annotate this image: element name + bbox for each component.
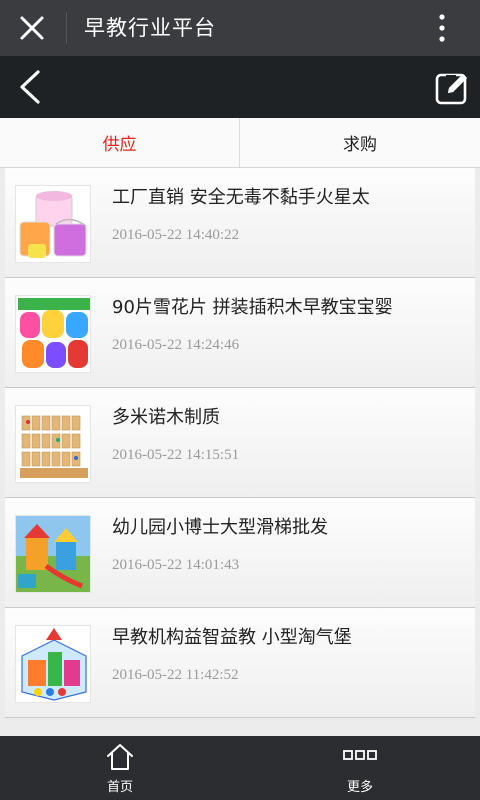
post-date: 2016-05-22 14:01:43 xyxy=(112,557,240,573)
app-title: 早教行业平台 xyxy=(84,16,216,40)
product-name: 工厂直销 安全无毒不黏手火星太 xyxy=(112,187,370,208)
product-list: 工厂直销 安全无毒不黏手火星太 2016-05-22 14:40:22 90片雪… xyxy=(5,168,475,718)
product-thumbnail xyxy=(15,185,91,263)
more-vertical-icon[interactable] xyxy=(430,10,454,46)
nav-bar xyxy=(0,56,480,118)
tab-supply[interactable]: 供应 xyxy=(0,118,240,167)
product-thumbnail xyxy=(15,295,91,373)
product-thumbnail xyxy=(15,515,91,593)
home-icon xyxy=(107,744,133,770)
list-item[interactable]: 工厂直销 安全无毒不黏手火星太 2016-05-22 14:40:22 xyxy=(5,168,475,278)
tab-purchase[interactable]: 求购 xyxy=(240,118,480,167)
list-item[interactable]: 幼儿园小博士大型滑梯批发 2016-05-22 14:01:43 xyxy=(5,498,475,608)
title-divider xyxy=(66,12,67,44)
post-date: 2016-05-22 14:15:51 xyxy=(112,447,240,463)
product-name: 多米诺木制质 xyxy=(112,407,220,428)
list-item[interactable]: 多米诺木制质 2016-05-22 14:15:51 xyxy=(5,388,475,498)
post-date: 2016-05-22 14:40:22 xyxy=(112,227,240,243)
bottom-tab-label: 首页 xyxy=(106,780,133,795)
bottom-tab-bar: 首页 更多 xyxy=(0,736,480,800)
product-name: 90片雪花片 拼装插积木早教宝宝婴 xyxy=(112,297,393,318)
edit-icon[interactable] xyxy=(434,70,470,106)
close-icon[interactable] xyxy=(14,10,50,46)
bottom-tab-home[interactable]: 首页 xyxy=(0,736,240,800)
supply-demand-tabs: 供应 求购 xyxy=(0,118,480,168)
post-date: 2016-05-22 14:24:46 xyxy=(112,337,240,353)
bottom-tab-more[interactable]: 更多 xyxy=(240,736,480,800)
product-thumbnail xyxy=(15,625,91,703)
product-name: 早教机构益智益教 小型淘气堡 xyxy=(112,627,352,648)
more-grid-icon xyxy=(343,750,377,760)
post-date: 2016-05-22 11:42:52 xyxy=(112,667,239,683)
back-chevron-icon[interactable] xyxy=(12,67,48,107)
list-item[interactable]: 早教机构益智益教 小型淘气堡 2016-05-22 11:42:52 xyxy=(5,608,475,718)
app-title-bar: 早教行业平台 xyxy=(0,0,480,56)
bottom-tab-label: 更多 xyxy=(346,780,373,795)
product-name: 幼儿园小博士大型滑梯批发 xyxy=(112,517,328,538)
product-thumbnail xyxy=(15,405,91,483)
list-item[interactable]: 90片雪花片 拼装插积木早教宝宝婴 2016-05-22 14:24:46 xyxy=(5,278,475,388)
